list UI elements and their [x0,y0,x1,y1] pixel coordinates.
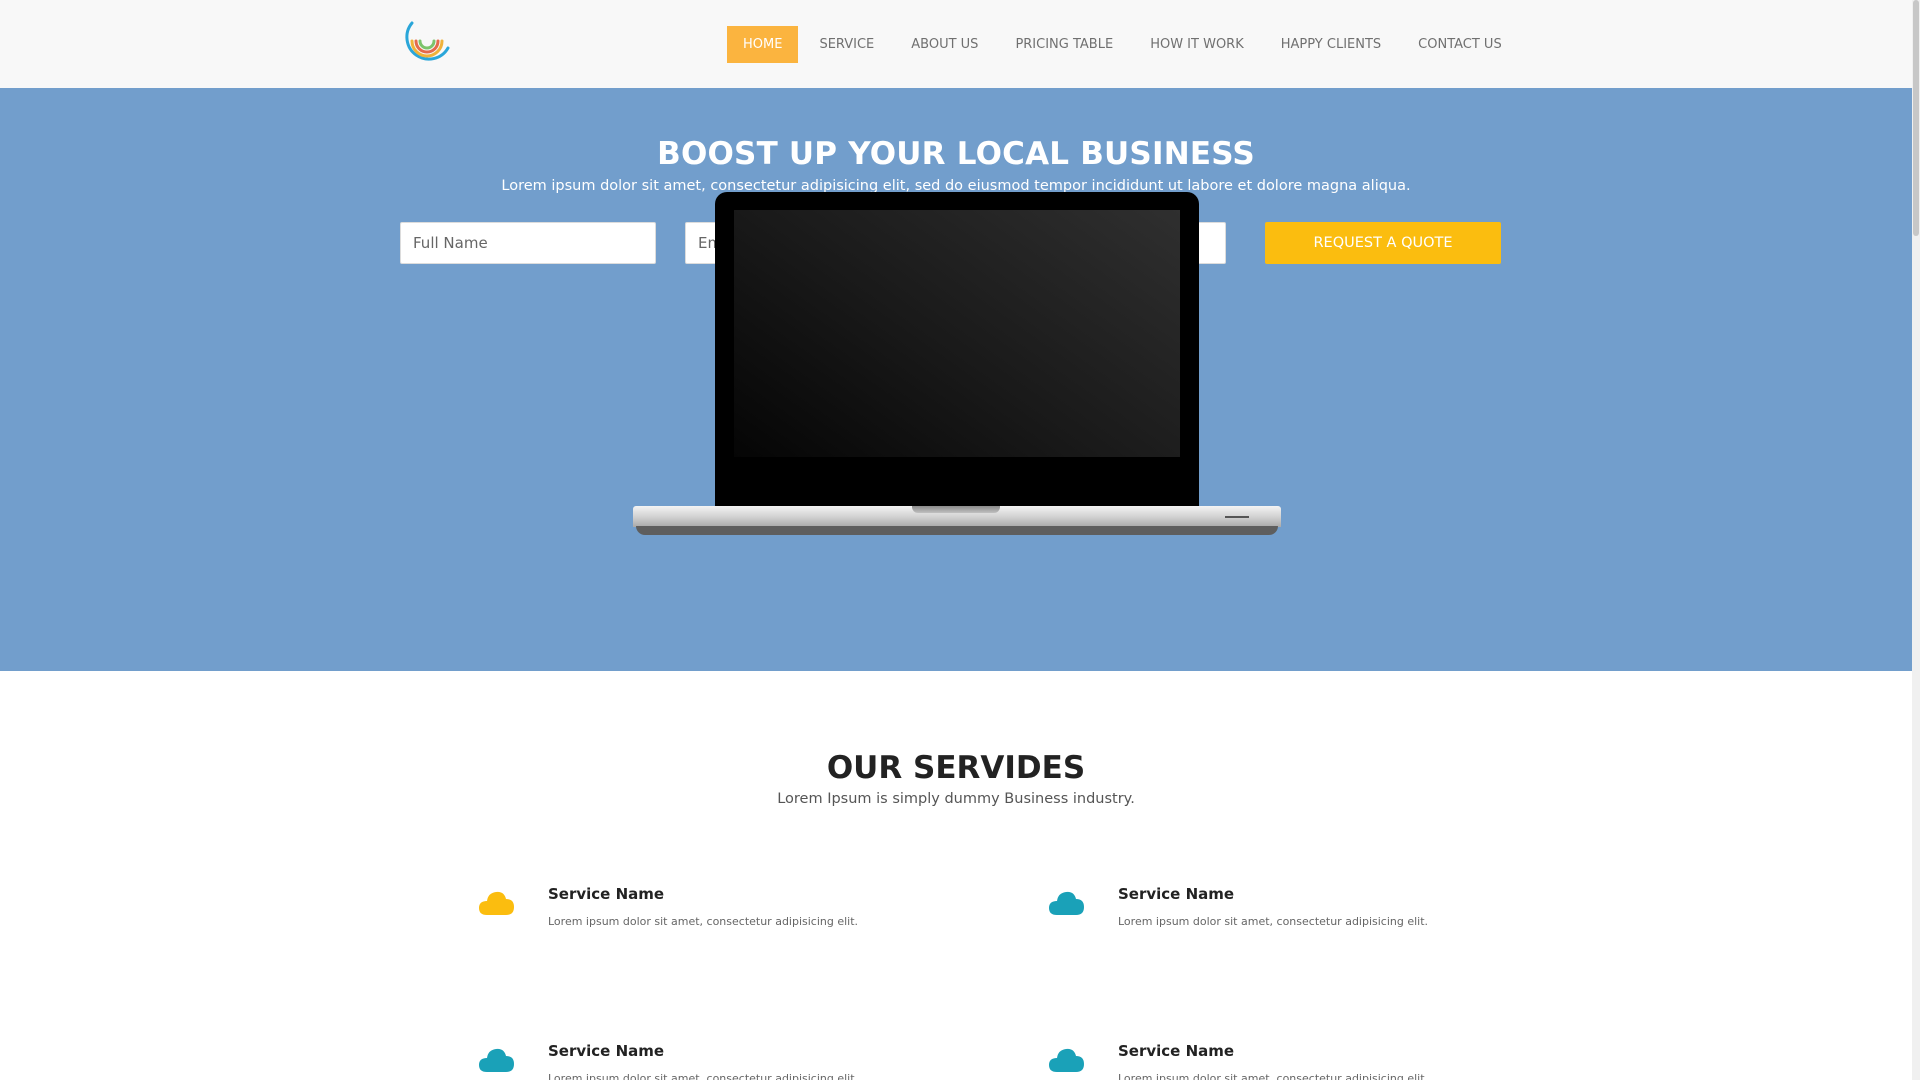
service-name: Service Name [1118,885,1235,903]
service-item: Service Name Lorem ipsum dolor sit amet,… [1048,1042,1518,1080]
cloud-icon [479,891,514,915]
vertical-scrollbar[interactable] [1912,0,1920,1080]
hero-title: BOOST UP YOUR LOCAL BUSINESS [657,136,1255,172]
laptop-foot [636,526,1278,535]
service-name: Service Name [548,885,665,903]
service-item: Service Name Lorem ipsum dolor sit amet,… [478,1042,948,1080]
request-quote-button[interactable]: REQUEST A QUOTE [1265,222,1501,264]
laptop-notch [912,506,1000,513]
laptop-display [734,210,1180,457]
full-name-input[interactable] [400,222,656,264]
service-item: Service Name Lorem ipsum dolor sit amet,… [478,885,948,955]
cloud-icon [479,1048,514,1072]
nav-contact-us[interactable]: CONTACT US [1402,26,1518,63]
service-name: Service Name [548,1042,665,1060]
service-item: Service Name Lorem ipsum dolor sit amet,… [1048,885,1518,955]
service-description: Lorem ipsum dolor sit amet, consectetur … [1118,915,1429,928]
services-subtitle: Lorem Ipsum is simply dummy Business ind… [777,791,1135,807]
nav-happy-clients[interactable]: HAPPY CLIENTS [1265,26,1397,63]
services-title: OUR SERVIDES [826,750,1086,786]
nav-home[interactable]: HOME [727,26,799,63]
laptop-screen [715,192,1199,510]
cloud-icon [1049,1048,1084,1072]
laptop-slot [1225,516,1249,518]
logo[interactable] [400,17,454,71]
nav-how-it-work[interactable]: HOW IT WORK [1134,26,1260,63]
service-description: Lorem ipsum dolor sit amet, consectetur … [548,1072,859,1080]
nav-pricing-table[interactable]: PRICING TABLE [999,26,1129,63]
main-nav: HOME SERVICE ABOUT US PRICING TABLE HOW … [727,26,1523,63]
cloud-icon [1049,891,1084,915]
nav-about-us[interactable]: ABOUT US [895,26,994,63]
service-description: Lorem ipsum dolor sit amet, consectetur … [1118,1072,1429,1080]
scrollbar-thumb[interactable] [1913,0,1919,236]
nav-service[interactable]: SERVICE [803,26,890,63]
header: HOME SERVICE ABOUT US PRICING TABLE HOW … [0,0,1912,88]
service-name: Service Name [1118,1042,1235,1060]
service-description: Lorem ipsum dolor sit amet, consectetur … [548,915,859,928]
page: HOME SERVICE ABOUT US PRICING TABLE HOW … [0,0,1912,1080]
